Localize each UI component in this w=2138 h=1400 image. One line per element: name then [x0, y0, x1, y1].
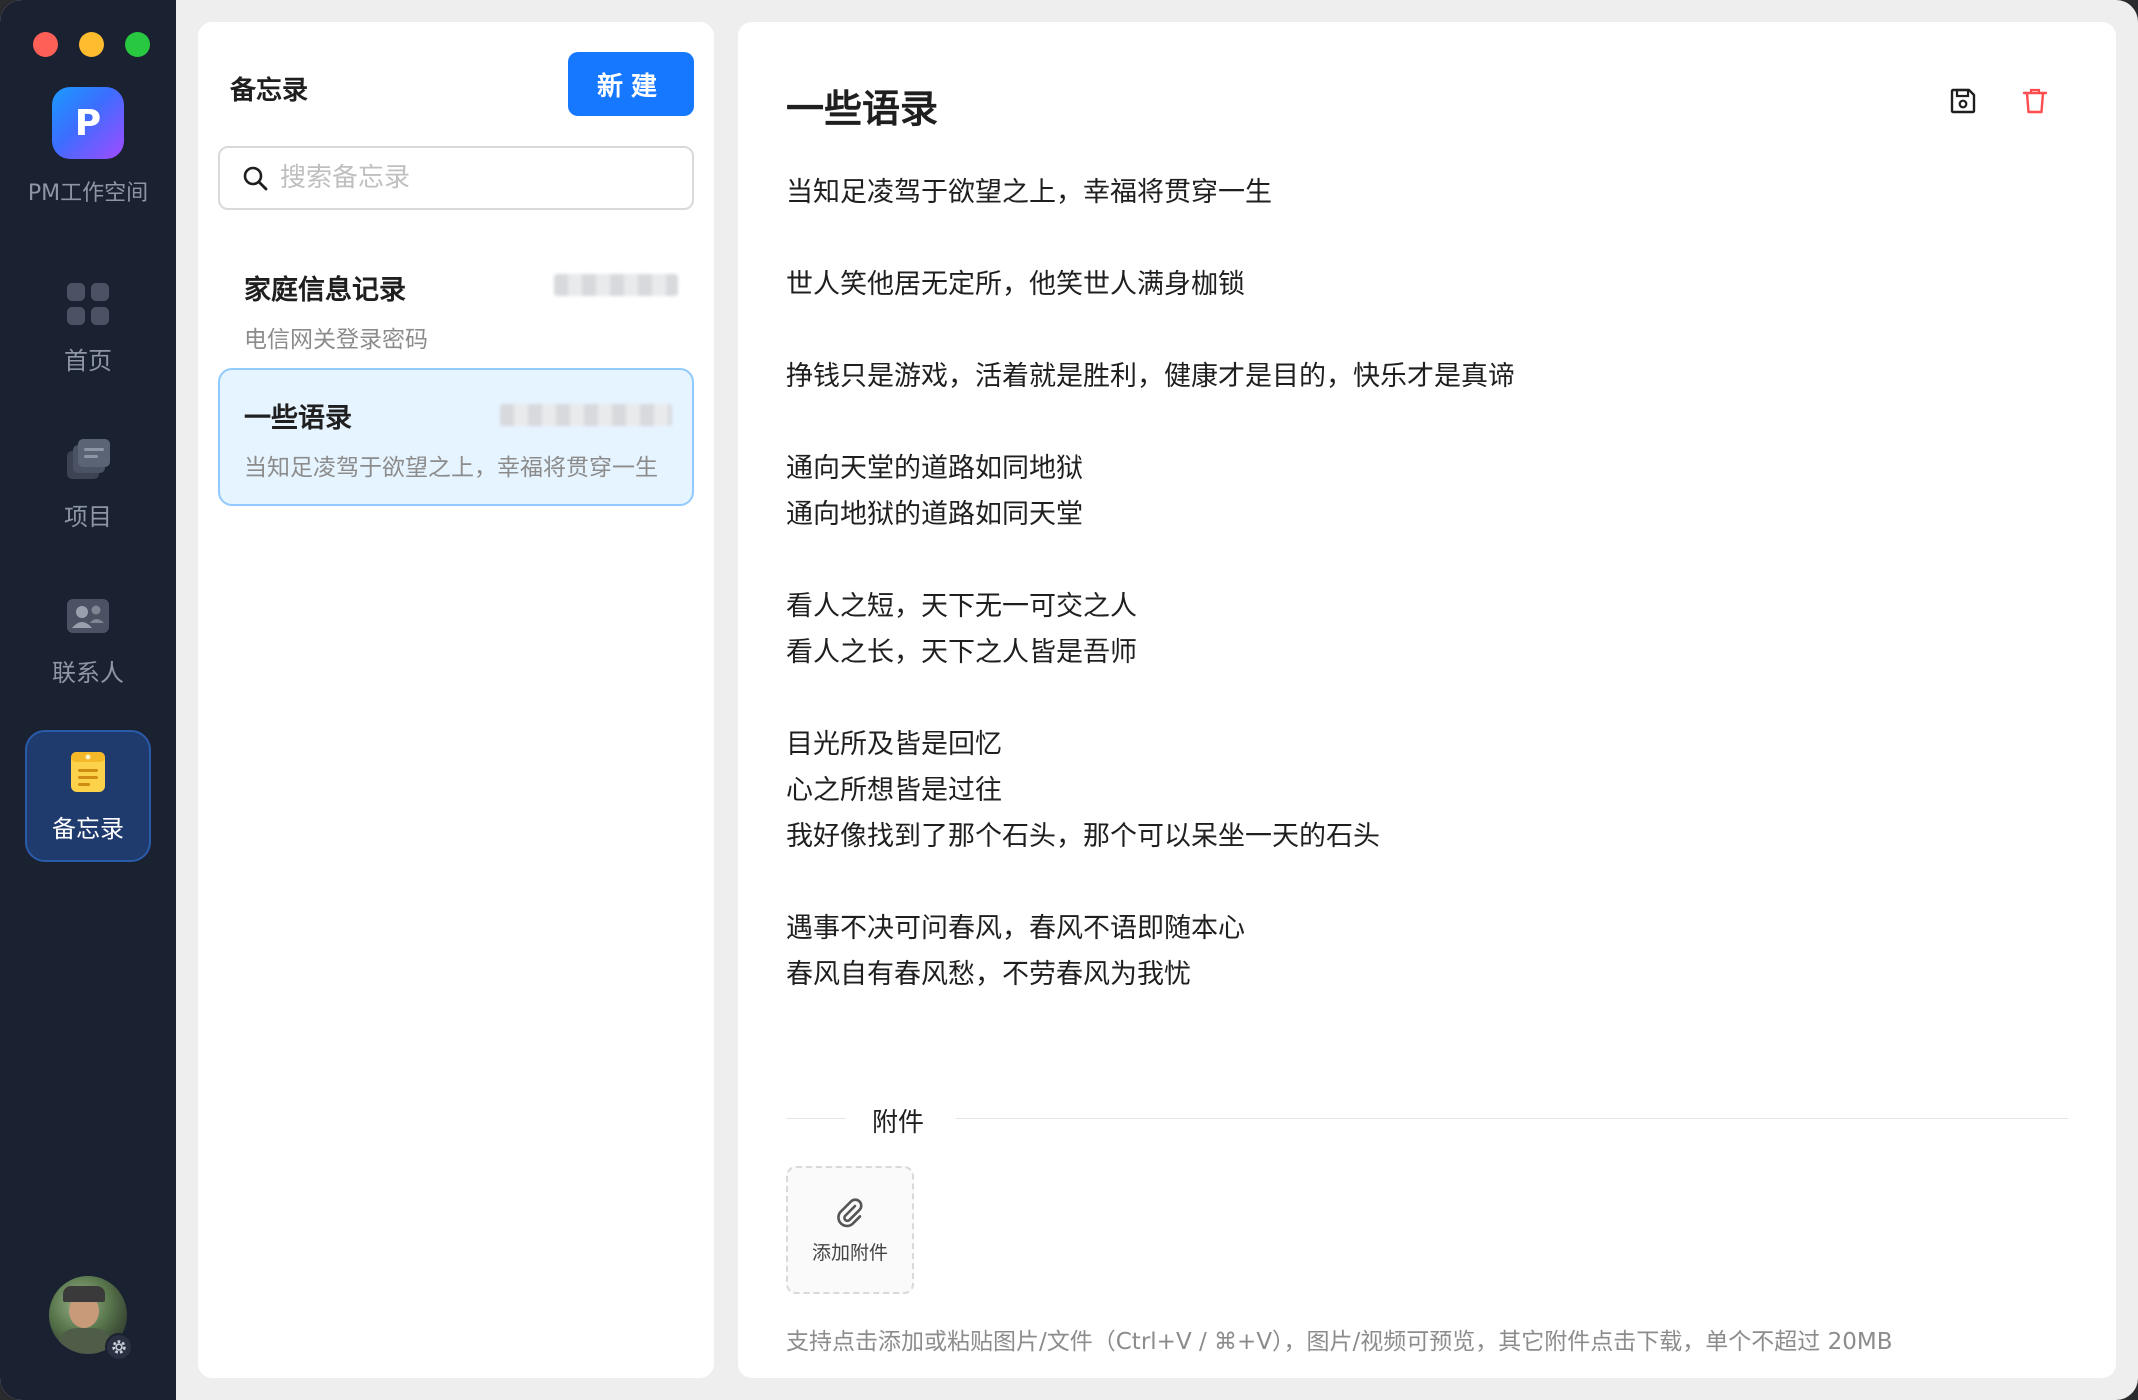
app-window: P PM工作空间 首页 项目 联系人 备忘录 备忘录 新建 搜索备忘录 家庭信息…: [0, 0, 2138, 1400]
paperclip-icon: [837, 1197, 863, 1227]
memo-line: 世人笑他居无定所，他笑世人满身枷锁: [786, 269, 1245, 300]
memo-line: 我好像找到了那个石头，那个可以呆坐一天的石头: [786, 821, 1380, 852]
attachments-label: 附件: [872, 1108, 925, 1138]
save-icon: [1950, 88, 1976, 114]
memo-blank-line: [786, 676, 2066, 722]
memo-editor: 一些语录 当知足凌驾于欲望之上，幸福将贯穿一生 世人笑他居无定所，他笑世人满身枷锁…: [738, 22, 2116, 1378]
add-attachment-label: 添加附件: [811, 1241, 888, 1264]
save-button[interactable]: [1940, 78, 1986, 124]
nav-item-contacts[interactable]: 联系人: [25, 574, 151, 706]
memo-list-item[interactable]: 家庭信息记录 电信网关登录密码: [218, 240, 694, 378]
new-memo-button[interactable]: 新建: [568, 52, 694, 116]
memo-line: 挣钱只是游戏，活着就是胜利，健康才是目的，快乐才是真谛: [786, 361, 1515, 392]
memo-line: 通向地狱的道路如同天堂: [786, 499, 1083, 530]
memo-line: 通向天堂的道路如同地狱: [786, 453, 1083, 484]
memo-line: 春风自有春风愁，不劳春风为我忧: [786, 959, 1191, 990]
memo-item-title: 一些语录: [244, 403, 352, 434]
search-input[interactable]: [280, 163, 680, 193]
nav-item-memo[interactable]: 备忘录: [25, 730, 151, 862]
nav-item-home[interactable]: 首页: [25, 262, 151, 394]
memo-body[interactable]: 当知足凌驾于欲望之上，幸福将贯穿一生 世人笑他居无定所，他笑世人满身枷锁挣钱只是游…: [786, 170, 2066, 998]
window-minimize-button[interactable]: [79, 32, 104, 57]
attachment-hint: 支持点击添加或粘贴图片/文件（Ctrl+V / ⌘+V），图片/视频可预览，其它…: [786, 1329, 1893, 1355]
sidebar-rail: P PM工作空间 首页 项目 联系人 备忘录: [0, 0, 176, 1400]
memo-blank-line: [786, 400, 2066, 446]
contacts-icon: [67, 598, 109, 633]
window-zoom-button[interactable]: [125, 32, 150, 57]
memo-list-panel: 备忘录 新建 家庭信息记录 电信网关登录密码 一些语录 当知足凌驾于欲望之上，幸…: [198, 22, 714, 1378]
grid-icon: [67, 282, 109, 325]
memo-line: 当知足凌驾于欲望之上，幸福将贯穿一生: [786, 177, 1272, 208]
search-icon: [243, 166, 268, 191]
memo-item-preview: 当知足凌驾于欲望之上，幸福将贯穿一生: [244, 455, 658, 481]
memo-icon: [71, 751, 105, 792]
nav-label-memo: 备忘录: [52, 814, 124, 843]
trash-icon: [2022, 88, 2048, 114]
memo-blank-line: [786, 860, 2066, 906]
app-logo: P: [52, 87, 124, 159]
nav-item-projects[interactable]: 项目: [25, 418, 151, 550]
nav-label-home: 首页: [64, 346, 112, 375]
delete-button[interactable]: [2012, 78, 2058, 124]
settings-gear-icon[interactable]: [105, 1333, 133, 1361]
app-logo-letter: P: [74, 102, 102, 144]
memo-item-preview: 电信网关登录密码: [244, 327, 428, 353]
memo-line: 看人之短，天下无一可交之人: [786, 591, 1137, 622]
add-attachment-button[interactable]: 添加附件: [786, 1166, 914, 1294]
memo-list-title: 备忘录: [230, 76, 309, 106]
attachments-divider: 附件: [786, 1098, 2068, 1138]
nav-label-projects: 项目: [64, 502, 112, 531]
app-name: PM工作空间: [27, 181, 149, 206]
window-close-button[interactable]: [33, 32, 58, 57]
memo-line: 心之所想皆是过往: [786, 775, 1002, 806]
memo-line: 目光所及皆是回忆: [786, 729, 1002, 760]
memo-blank-line: [786, 308, 2066, 354]
memo-list-item-selected[interactable]: 一些语录 当知足凌驾于欲望之上，幸福将贯穿一生: [218, 368, 694, 506]
memo-line: 遇事不决可问春风，春风不语即随本心: [786, 913, 1245, 944]
search-box[interactable]: [218, 146, 694, 210]
memo-item-date-redacted: [554, 274, 678, 296]
nav-label-contacts: 联系人: [52, 658, 124, 687]
memo-line: 看人之长，天下之人皆是吾师: [786, 637, 1137, 668]
memo-item-title: 家庭信息记录: [244, 275, 406, 306]
memo-blank-line: [786, 538, 2066, 584]
stack-icon: [67, 438, 110, 479]
memo-item-date-redacted: [500, 404, 672, 426]
memo-blank-line: [786, 216, 2066, 262]
memo-title[interactable]: 一些语录: [786, 78, 938, 133]
